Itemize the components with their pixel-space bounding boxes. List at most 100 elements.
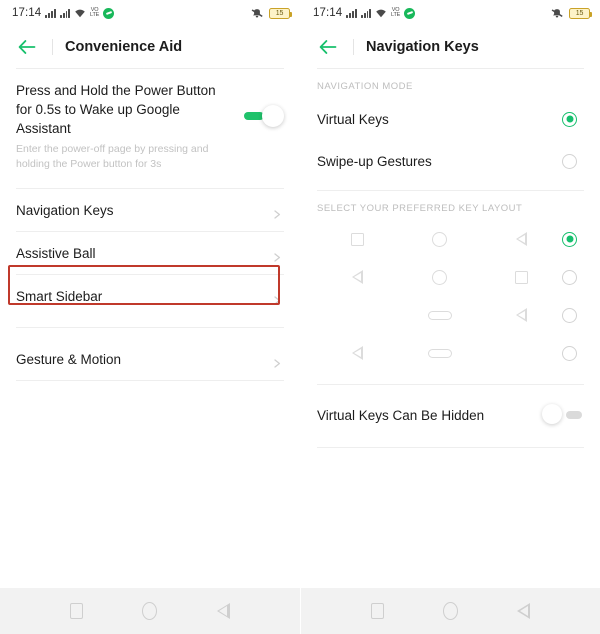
right-content: NAVIGATION MODE Virtual Keys Swipe-up Ge…	[301, 69, 600, 588]
key-layout-option-3[interactable]	[301, 296, 600, 334]
key-layout-option-4[interactable]	[301, 334, 600, 372]
status-bar-right-group: 15	[550, 7, 592, 19]
sidebar-item-navigation-keys[interactable]: Navigation Keys	[0, 189, 300, 231]
radio-key-layout-2[interactable]	[562, 269, 577, 285]
radio-key-layout-1[interactable]	[562, 231, 577, 247]
key-layout-option-1[interactable]	[301, 220, 600, 258]
list-item-label: Gesture & Motion	[16, 351, 122, 367]
bell-off-icon	[250, 7, 264, 19]
recents-square-icon[interactable]	[69, 603, 83, 619]
signal-bars-icon-2	[361, 8, 372, 18]
option-swipe-up-gestures[interactable]: Swipe-up Gestures	[301, 140, 600, 182]
radio-key-layout-4[interactable]	[562, 345, 577, 361]
key-square-icon	[480, 258, 562, 296]
chevron-right-icon	[273, 249, 282, 262]
left-phone-screen: 17:14 VO LTE 15 Convenience Aid Press an…	[0, 0, 300, 634]
option-virtual-keys[interactable]: Virtual Keys	[301, 98, 600, 140]
key-preview-row	[317, 220, 562, 258]
sidebar-item-gesture-motion[interactable]: Gesture & Motion	[0, 338, 300, 380]
key-pill-icon	[399, 296, 481, 334]
divider-key-layout	[317, 384, 584, 385]
battery-icon: 15	[569, 7, 592, 19]
key-circle-icon	[399, 258, 481, 296]
chevron-right-icon	[273, 292, 282, 305]
key-empty-slot	[317, 296, 399, 334]
volte-icon: VO LTE	[391, 7, 401, 18]
green-record-icon	[103, 7, 115, 19]
dual-screenshot-container: 17:14 VO LTE 15 Convenience Aid Press an…	[0, 0, 600, 634]
sidebar-item-smart-sidebar[interactable]: Smart Sidebar	[0, 275, 300, 317]
section-header-navigation-mode: NAVIGATION MODE	[317, 81, 413, 92]
virtual-keys-hidden-row[interactable]: Virtual Keys Can Be Hidden	[301, 393, 600, 437]
section-header-key-layout: SELECT YOUR PREFERRED KEY LAYOUT	[317, 203, 523, 214]
status-bar-left-group: 17:14 VO LTE	[12, 7, 115, 19]
key-preview-row	[317, 334, 562, 372]
key-triangle-icon	[317, 334, 399, 372]
home-circle-icon[interactable]	[442, 602, 458, 620]
key-triangle-icon	[317, 258, 399, 296]
appbar-divider	[52, 39, 53, 55]
signal-bars-icon-2	[60, 8, 71, 18]
toggle-track	[566, 411, 582, 419]
battery-level: 15	[275, 9, 284, 17]
key-circle-icon	[399, 220, 481, 258]
status-time: 17:14	[12, 7, 42, 19]
key-triangle-icon	[480, 296, 562, 334]
divider-4	[16, 380, 284, 381]
key-square-icon	[317, 220, 399, 258]
back-triangle-icon[interactable]	[217, 603, 231, 619]
power-setting-subtitle: Enter the power-off page by pressing and…	[16, 143, 209, 170]
page-title: Convenience Aid	[65, 39, 183, 55]
sidebar-item-assistive-ball[interactable]: Assistive Ball	[0, 232, 300, 274]
status-bar-left: 17:14 VO LTE 15	[0, 0, 300, 26]
signal-bars-icon	[45, 8, 57, 18]
option-label: Virtual Keys	[317, 111, 389, 127]
signal-bars-icon	[346, 8, 358, 18]
radio-swipe-up-gestures[interactable]	[562, 153, 577, 169]
battery-level: 15	[575, 9, 584, 17]
battery-icon: 15	[269, 7, 292, 19]
back-arrow-icon[interactable]	[317, 36, 339, 58]
key-preview-row	[317, 258, 562, 296]
home-circle-icon[interactable]	[142, 602, 158, 620]
wifi-icon	[375, 8, 387, 18]
virtual-keys-hidden-toggle[interactable]	[542, 404, 584, 426]
radio-virtual-keys[interactable]	[562, 111, 577, 127]
power-setting-text: Press and Hold the Power Button for 0.5s…	[16, 81, 242, 172]
key-preview-row	[317, 296, 562, 334]
left-appbar: Convenience Aid	[0, 26, 300, 68]
power-setting-title: Press and Hold the Power Button for 0.5s…	[16, 83, 216, 136]
virtual-keys-hidden-label: Virtual Keys Can Be Hidden	[317, 407, 485, 423]
system-navbar-right	[301, 588, 600, 634]
appbar-divider	[353, 39, 354, 55]
back-triangle-icon[interactable]	[517, 603, 531, 619]
chevron-right-icon	[273, 206, 282, 219]
key-empty-slot	[480, 334, 562, 372]
power-button-setting-row[interactable]: Press and Hold the Power Button for 0.5s…	[0, 69, 300, 172]
key-layout-option-2[interactable]	[301, 258, 600, 296]
page-title: Navigation Keys	[366, 39, 479, 55]
key-pill-icon	[399, 334, 481, 372]
toggle-knob	[542, 404, 562, 424]
status-time: 17:14	[313, 7, 343, 19]
recents-square-icon[interactable]	[370, 603, 384, 619]
volte-icon: VO LTE	[90, 7, 100, 18]
divider-3	[16, 327, 284, 328]
divider-bottom	[317, 447, 584, 448]
toggle-track	[244, 112, 264, 120]
right-appbar: Navigation Keys	[301, 26, 600, 68]
radio-key-layout-3[interactable]	[562, 307, 577, 323]
status-bar-right: 17:14 VO LTE 15	[301, 0, 600, 26]
key-triangle-icon	[480, 220, 562, 258]
bell-off-icon	[550, 7, 564, 19]
list-item-label: Assistive Ball	[16, 245, 96, 261]
list-item-label: Smart Sidebar	[16, 288, 103, 304]
wifi-icon	[74, 8, 86, 18]
right-phone-screen: 17:14 VO LTE 15 Navigation Keys NAVIGATI…	[300, 0, 600, 634]
system-navbar-left	[0, 588, 300, 634]
list-item-label: Navigation Keys	[16, 202, 114, 218]
status-bar-left-group: 17:14 VO LTE	[313, 7, 416, 19]
option-label: Swipe-up Gestures	[317, 153, 432, 169]
back-arrow-icon[interactable]	[16, 36, 38, 58]
power-assistant-toggle[interactable]	[242, 105, 284, 127]
